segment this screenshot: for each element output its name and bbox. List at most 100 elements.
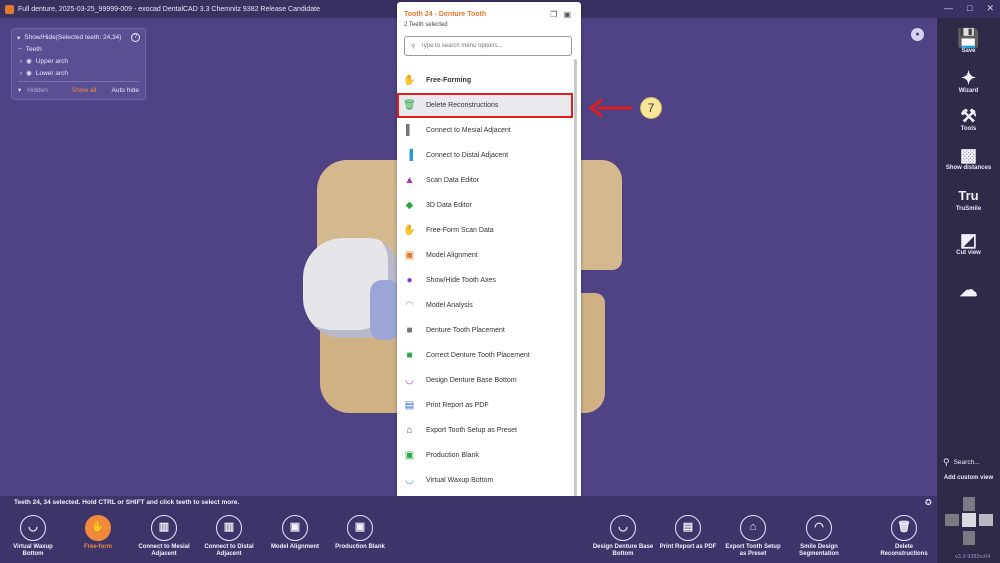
chevron-down-icon: ▾	[17, 34, 21, 42]
step-number-badge: 7	[640, 97, 662, 119]
minimize-button[interactable]: —	[944, 3, 953, 14]
menu-item-label: Free-Form Scan Data	[426, 227, 494, 234]
menu-item-icon: ■	[406, 324, 413, 336]
bottom-tool-button[interactable]: ▣ Model Alignment	[264, 515, 326, 551]
menu-item[interactable]: ▌ Connect to Mesial Adjacent	[397, 118, 573, 143]
wizard-button[interactable]: ✦ Wizard	[937, 68, 1000, 94]
notification-bell-icon[interactable]: ●	[911, 28, 924, 41]
tool-icon: ▥	[151, 515, 177, 541]
bottom-tool-button[interactable]: ▣ Production Blank	[329, 515, 391, 551]
eye-icon[interactable]: ◉	[26, 57, 32, 65]
close-button[interactable]: ✕	[986, 3, 994, 14]
navigation-cube-icon[interactable]	[945, 497, 993, 545]
menu-item-label: Free-Forming	[426, 77, 472, 84]
tool-label: Production Blank	[335, 544, 385, 550]
window-title: Full denture, 2025-03-25_99999-009 - exo…	[18, 5, 320, 13]
menu-item-icon: ▤	[404, 399, 415, 411]
menu-item[interactable]: ◡ Virtual Waxup Bottom	[397, 468, 573, 493]
menu-item-icon: ▣	[404, 449, 415, 461]
menu-scrollbar[interactable]	[574, 59, 577, 504]
menu-search-input[interactable]	[420, 43, 561, 49]
tool-icon: ▣	[347, 515, 373, 541]
menu-item-label: Correct Denture Tooth Placement	[426, 352, 530, 359]
search-icon: ⚲	[943, 457, 950, 467]
right-toolbar: 💾 Save ✦ Wizard ⚒ Tools ▩ Show distances…	[937, 18, 1000, 563]
menu-item[interactable]: ▐ Connect to Distal Adjacent	[397, 143, 573, 168]
bottom-tool-button[interactable]: ▥ Connect to Distal Adjacent	[198, 515, 260, 558]
divider	[18, 81, 139, 82]
menu-item[interactable]: ● Show/Hide Tooth Axes	[397, 268, 573, 293]
menu-item[interactable]: ▣ Model Alignment	[397, 243, 573, 268]
menu-item-icon: ◠	[405, 299, 414, 311]
bottom-tool-button[interactable]: ◠ Smile Design Segmentation	[788, 515, 850, 558]
menu-item[interactable]: ◡ Design Denture Base Bottom	[397, 368, 573, 393]
help-icon[interactable]: ?	[131, 33, 140, 42]
pin-icon[interactable]: ✪	[925, 498, 932, 507]
menu-item[interactable]: ✋ Free-Form Scan Data	[397, 218, 573, 243]
window-controls: — □ ✕	[944, 3, 994, 14]
bottom-tool-button[interactable]: ⌂ Export Tooth Setup as Preset	[722, 515, 784, 558]
tool-icon: ⌂	[740, 515, 766, 541]
view-search[interactable]: ⚲ Search...	[943, 457, 980, 468]
trusmile-icon: Tru	[958, 188, 979, 203]
show-hide-header[interactable]: ▾ Show/Hide(Selected teeth: 24,34) ?	[12, 29, 145, 44]
menu-item[interactable]: 🗑 Delete Reconstructions	[397, 93, 573, 118]
auto-hide-button[interactable]: Auto hide	[112, 87, 139, 94]
menu-item-icon: ■	[406, 349, 413, 361]
menu-item[interactable]: ■ Denture Tooth Placement	[397, 318, 573, 343]
eye-icon[interactable]: ◉	[26, 69, 32, 77]
show-hide-footer: ▾ Hidden Show all Auto hide	[12, 84, 145, 96]
tool-icon: ◠	[806, 515, 832, 541]
minus-icon: −	[18, 46, 22, 53]
magic-wand-icon: ✦	[960, 68, 977, 88]
trusmile-button[interactable]: Tru TruSmile	[937, 186, 1000, 212]
bottom-tool-button[interactable]: ◡ Design Denture Base Bottom	[592, 515, 654, 558]
distances-icon: ▩	[959, 145, 977, 165]
lower-arch-toggle[interactable]: › ◉ Lower arch	[12, 67, 145, 79]
bottom-tool-button[interactable]: ◡ Virtual Waxup Bottom	[2, 515, 64, 558]
menu-item-label: Scan Data Editor	[426, 177, 479, 184]
bottom-tool-button[interactable]: ▥ Connect to Mesial Adjacent	[133, 515, 195, 558]
menu-item[interactable]: ◠ Model Analysis	[397, 293, 573, 318]
menu-item[interactable]: ✋ Free-Forming	[397, 68, 573, 93]
menu-item-label: Export Tooth Setup as Preset	[426, 427, 517, 434]
tool-label: Delete Reconstructions	[880, 544, 928, 557]
show-all-link[interactable]: Show all	[72, 87, 97, 94]
save-button[interactable]: 💾 Save	[937, 28, 1000, 54]
tool-icon: 🗑	[891, 515, 917, 541]
menu-item-label: Show/Hide Tooth Axes	[426, 277, 496, 284]
show-hide-panel: ▾ Show/Hide(Selected teeth: 24,34) ? − T…	[11, 28, 146, 100]
cut-view-button[interactable]: ◩ Cut view	[937, 230, 1000, 256]
menu-item[interactable]: ▲ Scan Data Editor	[397, 168, 573, 193]
show-distances-button[interactable]: ▩ Show distances	[937, 145, 1000, 171]
menu-item[interactable]: ▣ Production Blank	[397, 443, 573, 468]
copy-icon[interactable]: ❐	[550, 10, 557, 19]
menu-item-label: Model Analysis	[426, 302, 473, 309]
bottom-tool-button[interactable]: 🗑 Delete Reconstructions	[873, 515, 935, 558]
tool-icon: ✋	[85, 515, 111, 541]
menu-item-label: Connect to Mesial Adjacent	[426, 127, 511, 134]
folder-icon[interactable]: ▣	[563, 10, 571, 19]
tool-label: Smile Design Segmentation	[799, 544, 839, 557]
cloud-button[interactable]: ☁	[937, 280, 1000, 300]
status-bar: Teeth 24, 34 selected. Hold CTRL or SHIF…	[0, 496, 937, 510]
menu-item-icon: ◡	[405, 374, 414, 386]
maximize-button[interactable]: □	[967, 3, 972, 14]
tools-button[interactable]: ⚒ Tools	[937, 106, 1000, 132]
chevron-right-icon: ›	[20, 69, 23, 77]
menu-item[interactable]: ■ Correct Denture Tooth Placement	[397, 343, 573, 368]
teeth-group[interactable]: − Teeth	[12, 44, 145, 55]
bottom-tool-button[interactable]: ▤ Print Report as PDF	[657, 515, 719, 551]
menu-item[interactable]: ▤ Print Report as PDF	[397, 393, 573, 418]
bottom-tool-button[interactable]: ✋ Free-form	[67, 515, 129, 551]
add-custom-view-button[interactable]: Add custom view	[937, 475, 1000, 481]
selected-tooth-model[interactable]	[370, 280, 400, 340]
tools-icon: ⚒	[960, 106, 977, 126]
menu-item-icon: ▌	[405, 124, 414, 136]
menu-item[interactable]: ◆ 3D Data Editor	[397, 193, 573, 218]
menu-items: ✋ Free-Forming 🗑 Delete Reconstructions ▌ Con…	[397, 68, 573, 543]
menu-item[interactable]: ⌂ Export Tooth Setup as Preset	[397, 418, 573, 443]
menu-item-label: Model Alignment	[426, 252, 478, 259]
upper-arch-toggle[interactable]: › ◉ Upper arch	[12, 55, 145, 67]
tool-icon: ▥	[216, 515, 242, 541]
